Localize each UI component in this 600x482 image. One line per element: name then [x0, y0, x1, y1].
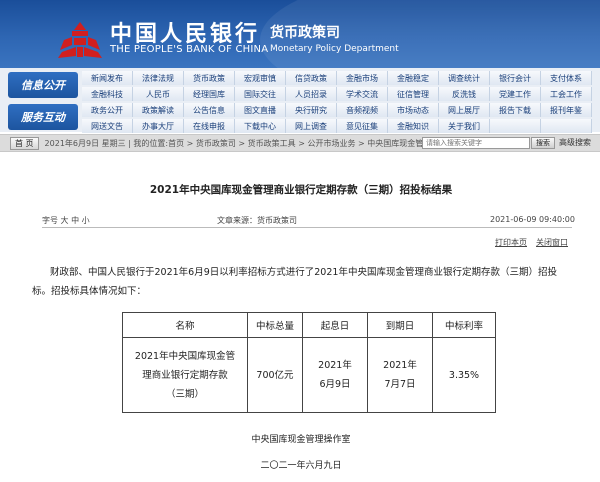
nav-grid-info: 新闻发布 法律法规 货币政策 宏观审慎 信贷政策 金融市场 金融稳定 调查统计 …	[82, 71, 592, 101]
font-size-selector[interactable]: 字号 大 中 小	[42, 215, 90, 226]
nav-item[interactable]: 金融科技	[82, 87, 133, 101]
main-navigation: 信息公开 服务互动 新闻发布 法律法规 货币政策 宏观审慎 信贷政策 金融市场 …	[0, 68, 600, 133]
nav-item[interactable]: 在线申报	[184, 119, 235, 133]
table-header: 中标利率	[432, 312, 496, 338]
nav-item[interactable]: 工会工作	[541, 87, 592, 101]
nav-item[interactable]: 银行会计	[490, 71, 541, 85]
print-link[interactable]: 打印本页	[495, 237, 527, 248]
article-body: 财政部、中国人民银行于2021年6月9日以利率招标方式进行了2021年中央国库现…	[32, 267, 557, 297]
department-name-cn: 货币政策司	[270, 25, 340, 41]
table-header: 名称	[122, 312, 248, 338]
nav-item[interactable]: 宏观审慎	[235, 71, 286, 85]
nav-item[interactable]: 金融知识	[388, 119, 439, 133]
table-cell: 2021年6月9日	[302, 337, 368, 413]
article: 2021年中央国库现金管理商业银行定期存款（三期）招投标结果 字号 大 中 小 …	[12, 160, 590, 478]
nav-item[interactable]: 意见征集	[337, 119, 388, 133]
search-button[interactable]: 搜索	[531, 137, 555, 149]
nav-item[interactable]: 办事大厅	[133, 119, 184, 133]
breadcrumb: 2021年6月9日 星期三 | 我的位置:首页 > 货币政策司 > 货币政策工具…	[44, 138, 464, 148]
nav-item[interactable]: 国际交往	[235, 87, 286, 101]
table-cell: 2021年7月7日	[367, 337, 433, 413]
nav-item[interactable]: 征信管理	[388, 87, 439, 101]
article-datetime: 2021-06-09 09:40:00	[490, 215, 575, 224]
nav-item[interactable]: 报告下载	[490, 103, 541, 117]
nav-item-empty	[541, 119, 592, 133]
nav-item[interactable]: 政策解读	[133, 103, 184, 117]
table-header-row: 名称 中标总量 起息日 到期日 中标利率	[122, 312, 496, 338]
search-input[interactable]	[422, 137, 530, 149]
nav-item[interactable]: 法律法规	[133, 71, 184, 85]
nav-item[interactable]: 经理国库	[184, 87, 235, 101]
nav-grid-service: 政务公开 政策解读 公告信息 图文直播 央行研究 音频视频 市场动态 网上展厅 …	[82, 103, 592, 133]
nav-item[interactable]: 关于我们	[439, 119, 490, 133]
page: 中国人民银行 THE PEOPLE'S BANK OF CHINA 货币政策司 …	[0, 0, 600, 482]
close-window-link[interactable]: 关闭窗口	[536, 237, 568, 248]
table-header: 起息日	[302, 312, 368, 338]
nav-item[interactable]: 调查统计	[439, 71, 490, 85]
table-cell: 3.35%	[432, 337, 496, 413]
article-source: 文章来源：货币政策司	[217, 216, 297, 225]
nav-section-info[interactable]: 信息公开	[8, 72, 78, 98]
nav-item[interactable]: 网上调查	[286, 119, 337, 133]
pboc-logo-icon	[58, 22, 102, 58]
table-header: 中标总量	[247, 312, 303, 338]
nav-item[interactable]: 公告信息	[184, 103, 235, 117]
nav-item[interactable]: 人民币	[133, 87, 184, 101]
nav-item[interactable]: 央行研究	[286, 103, 337, 117]
advanced-search-link[interactable]: 高级搜索	[559, 137, 591, 149]
nav-item[interactable]: 党建工作	[490, 87, 541, 101]
nav-item[interactable]: 货币政策	[184, 71, 235, 85]
table-header: 到期日	[367, 312, 433, 338]
nav-item[interactable]: 网送文告	[82, 119, 133, 133]
nav-item[interactable]: 人员招录	[286, 87, 337, 101]
nav-item[interactable]: 反洗钱	[439, 87, 490, 101]
nav-item-empty	[490, 119, 541, 133]
nav-item[interactable]: 新闻发布	[82, 71, 133, 85]
nav-item[interactable]: 信贷政策	[286, 71, 337, 85]
bank-name-en: THE PEOPLE'S BANK OF CHINA	[110, 44, 269, 55]
article-title: 2021年中央国库现金管理商业银行定期存款（三期）招投标结果	[149, 184, 453, 196]
breadcrumb-bar: 首 页 2021年6月9日 星期三 | 我的位置:首页 > 货币政策司 > 货币…	[0, 134, 600, 152]
nav-item[interactable]: 市场动态	[388, 103, 439, 117]
department-name-en: Monetary Policy Department	[270, 44, 399, 54]
nav-item[interactable]: 金融市场	[337, 71, 388, 85]
signature-date: 二〇二一年六月九日	[260, 461, 342, 471]
nav-item[interactable]: 音频视频	[337, 103, 388, 117]
table-cell: 2021年中央国库现金管理商业银行定期存款（三期）	[122, 337, 248, 413]
nav-section-service[interactable]: 服务互动	[8, 104, 78, 130]
site-banner: 中国人民银行 THE PEOPLE'S BANK OF CHINA 货币政策司 …	[0, 0, 600, 68]
signature: 中央国库现金管理操作室	[251, 435, 351, 445]
nav-item[interactable]: 政务公开	[82, 103, 133, 117]
nav-item[interactable]: 图文直播	[235, 103, 286, 117]
nav-item[interactable]: 报刊年鉴	[541, 103, 592, 117]
result-table: 名称 中标总量 起息日 到期日 中标利率 2021年中央国库现金管理商业银行定期…	[122, 312, 496, 413]
nav-item[interactable]: 网上展厅	[439, 103, 490, 117]
nav-item[interactable]: 学术交流	[337, 87, 388, 101]
home-button[interactable]: 首 页	[10, 136, 39, 150]
nav-item[interactable]: 支付体系	[541, 71, 592, 85]
nav-item[interactable]: 金融稳定	[388, 71, 439, 85]
table-row: 2021年中央国库现金管理商业银行定期存款（三期） 700亿元 2021年6月9…	[122, 337, 496, 413]
table-cell: 700亿元	[247, 337, 303, 413]
nav-item[interactable]: 下载中心	[235, 119, 286, 133]
divider	[42, 227, 572, 228]
